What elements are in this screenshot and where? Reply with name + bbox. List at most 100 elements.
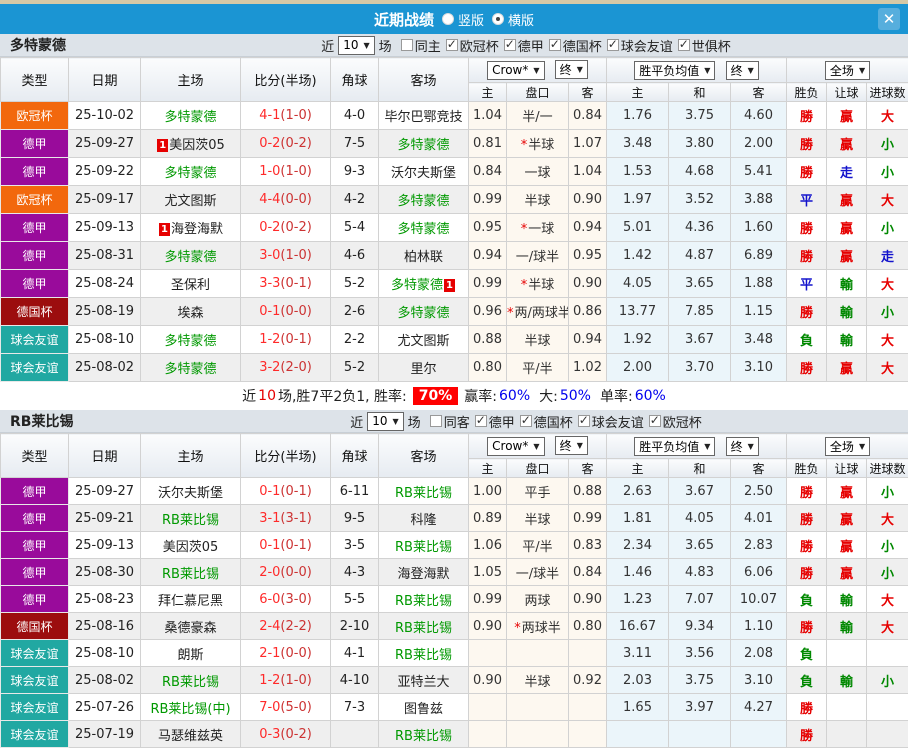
competition-label: 德国杯 bbox=[533, 415, 573, 431]
competition-checkbox[interactable] bbox=[503, 37, 516, 51]
home-team-name: 多特蒙德 bbox=[164, 110, 217, 125]
half-time-score: (0-1) bbox=[280, 483, 312, 499]
mean-away-odds-cell: 5.41 bbox=[730, 157, 788, 186]
match-count-select[interactable]: 10 bbox=[338, 35, 375, 55]
result-handicap-cell bbox=[826, 693, 868, 721]
mean-time-select[interactable]: 终 bbox=[725, 60, 759, 80]
sub-col-handicap: 盘口 bbox=[506, 458, 569, 478]
match-row: 德甲 25-08-30 RB莱比锡 2-0(0-0) 4-3 海登海默 1.05 一/球半 0.… bbox=[0, 558, 908, 586]
corners-cell: 6-11 bbox=[330, 477, 379, 505]
close-button[interactable]: ✕ bbox=[878, 8, 900, 30]
date-cell: 25-10-02 bbox=[68, 101, 141, 130]
odds-time-select[interactable]: 终 bbox=[554, 60, 588, 80]
crown-away-odds-cell: 0.92 bbox=[567, 666, 608, 694]
mean-odds-group: 胜平负均值 终 bbox=[606, 433, 788, 459]
handicap-text: 半球 bbox=[524, 194, 551, 209]
red-card-badge: 1 bbox=[444, 279, 455, 292]
half-time-score: (0-1) bbox=[280, 537, 312, 553]
half-time-score: (0-2) bbox=[280, 136, 312, 151]
away-team-name: RB莱比锡 bbox=[395, 593, 452, 609]
away-team-name: 毕尔巴鄂竞技 bbox=[384, 110, 463, 125]
mean-odds-select[interactable]: 胜平负均值 bbox=[634, 60, 716, 80]
col-date: 日期 bbox=[68, 57, 141, 102]
same-venue-checkbox[interactable] bbox=[429, 415, 442, 427]
team-section-dortmund: 多特蒙德 近 10 场 同主 欧冠杯德甲德国杯球会友谊世俱杯 类型 日期 主场 … bbox=[0, 34, 908, 410]
crown-home-odds-cell: 0.88 bbox=[468, 325, 507, 354]
crown-home-odds-cell: 0.96 bbox=[468, 297, 507, 326]
same-venue-checkbox[interactable] bbox=[400, 39, 413, 51]
col-score: 比分(半场) bbox=[240, 57, 331, 102]
competition-filter[interactable]: 球会友谊 bbox=[606, 36, 673, 55]
col-date: 日期 bbox=[68, 433, 141, 478]
match-row: 德国杯 25-08-19 埃森 0-1(0-0) 2-6 多特蒙德 0.96 *两/两球半 0.… bbox=[0, 297, 908, 326]
competition-filter[interactable]: 德甲 bbox=[474, 412, 515, 431]
result-wdl-cell: 勝 bbox=[786, 241, 828, 270]
sub-col-handicap: 盘口 bbox=[506, 82, 569, 102]
match-count-select[interactable]: 10 bbox=[367, 411, 404, 431]
away-team-cell: 毕尔巴鄂竞技 bbox=[378, 101, 469, 130]
result-goals-cell: 走 bbox=[866, 241, 908, 270]
competition-checkbox[interactable] bbox=[648, 413, 661, 427]
competition-filter[interactable]: 世俱杯 bbox=[677, 36, 731, 55]
crown-away-odds-cell bbox=[567, 639, 608, 667]
corners-cell: 5-4 bbox=[330, 213, 379, 242]
competition-filter[interactable]: 欧冠杯 bbox=[445, 36, 499, 55]
date-cell: 25-07-26 bbox=[68, 693, 141, 721]
bookmaker-select[interactable]: Crow* bbox=[487, 436, 545, 456]
mean-home-odds-cell: 2.34 bbox=[606, 531, 670, 559]
match-row: 德甲 25-09-27 1 美因茨05 0-2(0-2) 7-5 多特蒙德 0.81 *半球 1.… bbox=[0, 129, 908, 158]
col-corners: 角球 bbox=[330, 433, 379, 478]
near-label: 近 bbox=[321, 39, 335, 55]
handicap-text: 两/两球半 bbox=[514, 306, 569, 321]
mean-time-select[interactable]: 终 bbox=[725, 436, 759, 456]
away-team-cell: 尤文图斯 bbox=[378, 325, 469, 354]
competition-filter[interactable]: 欧冠杯 bbox=[648, 412, 702, 431]
half-time-score: (1-0) bbox=[280, 164, 312, 179]
mean-away-odds-cell: 1.15 bbox=[730, 297, 788, 326]
competition-checkbox[interactable] bbox=[577, 413, 590, 427]
same-venue-filter[interactable]: 同主 bbox=[400, 36, 441, 55]
half-time-score: (0-1) bbox=[280, 332, 312, 347]
match-count-value: 10 bbox=[343, 38, 359, 52]
competition-checkbox[interactable] bbox=[474, 413, 487, 427]
away-team-cell: RB莱比锡 bbox=[378, 639, 469, 667]
competition-filter[interactable]: 德国杯 bbox=[548, 36, 602, 55]
summary-text: 场,胜7平2负1, 胜率: bbox=[277, 389, 407, 405]
home-team-name: 多特蒙德 bbox=[164, 334, 217, 349]
layout-radio-vertical[interactable]: 竖版 bbox=[441, 10, 484, 29]
layout-radio-horizontal[interactable]: 横版 bbox=[492, 10, 534, 29]
half-time-score: (0-2) bbox=[280, 220, 312, 235]
bookmaker-select[interactable]: Crow* bbox=[487, 60, 545, 80]
full-match-select[interactable]: 全场 bbox=[824, 436, 871, 456]
crown-away-odds-cell: 0.90 bbox=[567, 269, 608, 298]
team-name: 多特蒙德 bbox=[10, 38, 66, 54]
mean-draw-odds-cell: 7.85 bbox=[668, 297, 732, 326]
competition-cell: 德甲 bbox=[0, 213, 69, 242]
home-team-cell: 圣保利 bbox=[140, 269, 241, 298]
full-match-select[interactable]: 全场 bbox=[824, 60, 871, 80]
team-section-leipzig: RB莱比锡 近 10 场 同客 德甲德国杯球会友谊欧冠杯 类型 日期 主场 比分… bbox=[0, 410, 908, 748]
same-venue-filter[interactable]: 同客 bbox=[429, 412, 470, 431]
radio-unchecked-icon[interactable] bbox=[441, 13, 454, 25]
competition-checkbox[interactable] bbox=[606, 37, 619, 51]
mean-draw-odds-cell: 3.67 bbox=[668, 477, 732, 505]
competition-checkbox[interactable] bbox=[548, 37, 561, 51]
home-team-cell: 多特蒙德 bbox=[140, 353, 241, 382]
competition-checkbox[interactable] bbox=[445, 37, 458, 51]
full-time-score: 3-0 bbox=[259, 248, 281, 263]
away-team-name: 里尔 bbox=[410, 362, 437, 377]
odds-time-select[interactable]: 终 bbox=[554, 436, 588, 456]
radio-checked-icon[interactable] bbox=[492, 13, 504, 25]
competition-checkbox[interactable] bbox=[677, 37, 690, 51]
away-team-name: 多特蒙德 bbox=[397, 306, 450, 321]
corners-cell: 9-3 bbox=[330, 157, 379, 186]
result-handicap-cell: 輸 bbox=[826, 612, 868, 640]
home-team-cell: 1 海登海默 bbox=[140, 213, 241, 242]
competition-checkbox[interactable] bbox=[519, 413, 532, 427]
competition-filter[interactable]: 德国杯 bbox=[519, 412, 573, 431]
match-row: 德甲 25-08-31 多特蒙德 3-0(1-0) 4-6 柏林联 0.94 一/球半 0.95… bbox=[0, 241, 908, 270]
mean-odds-select[interactable]: 胜平负均值 bbox=[634, 436, 716, 456]
competition-filter[interactable]: 德甲 bbox=[503, 36, 544, 55]
full-match-group: 全场 bbox=[786, 433, 908, 459]
competition-filter[interactable]: 球会友谊 bbox=[577, 412, 644, 431]
